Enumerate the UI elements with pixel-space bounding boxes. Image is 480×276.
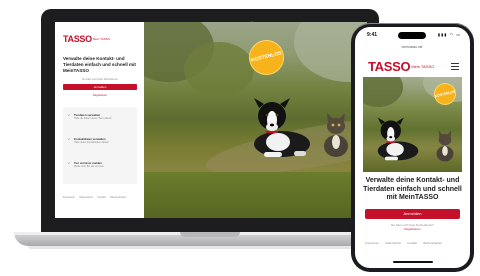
- footer-link[interactable]: Barrierefreiheit: [110, 196, 126, 199]
- feature-desc: Halte deine Kontaktdaten aktuell: [74, 141, 109, 144]
- login-panel: TASSO Mein TASSO Verwalte deine Kontakt-…: [55, 22, 144, 218]
- register-link[interactable]: Registrieren: [63, 94, 137, 97]
- phone-frame: 9:41 ▮▮▮ ◠ ▭ mein.tasso.net TASSO Mein T…: [351, 23, 474, 272]
- footer-link[interactable]: Kontakt: [97, 196, 105, 199]
- url-bar[interactable]: mein.tasso.net: [377, 44, 447, 50]
- cat-illustration: [324, 113, 348, 157]
- register-link[interactable]: Registrieren: [365, 227, 460, 231]
- status-icons: ▮▮▮ ◠ ▭: [437, 32, 461, 37]
- login-button[interactable]: Anmelden: [365, 209, 460, 219]
- hamburger-menu-icon[interactable]: [451, 63, 459, 70]
- footer-link[interactable]: Datenschutz: [80, 196, 93, 199]
- hero-photo: KOSTENLOS: [363, 77, 462, 172]
- hero-photo: KOSTENLOS: [144, 22, 367, 218]
- check-icon: ✓: [68, 113, 71, 117]
- phone-screen: 9:41 ▮▮▮ ◠ ▭ mein.tasso.net TASSO Mein T…: [355, 27, 470, 268]
- page-headline: Verwalte deine Kontakt- und Tierdaten ei…: [63, 56, 136, 73]
- cat-illustration: [436, 130, 454, 162]
- check-icon: ✓: [68, 137, 71, 141]
- laptop-base: [14, 232, 406, 246]
- logo-text: TASSO: [368, 59, 411, 74]
- login-button[interactable]: Anmelden: [63, 84, 137, 90]
- register-hint: Du hast noch kein Nutzerkonto: [82, 78, 118, 81]
- feature-desc: Melde dein Tier als vermisst: [74, 165, 104, 168]
- home-indicator[interactable]: [393, 261, 433, 263]
- logo-mein-text: Mein TASSO: [92, 36, 111, 41]
- dog-illustration: [377, 117, 419, 161]
- page-headline: Verwalte deine Kontakt- und Tierdaten ei…: [363, 177, 462, 202]
- tasso-logo[interactable]: TASSO Mein TASSO: [63, 34, 110, 44]
- status-time: 9:41: [367, 32, 378, 38]
- footer-links[interactable]: Impressum · Datenschutz · Kontakt · Barr…: [365, 241, 461, 246]
- logo-mein-text: Mein TASSO: [411, 63, 435, 69]
- footer-links: Impressum Datenschutz Kontakt Barrierefr…: [63, 196, 139, 200]
- laptop-opening-notch: [180, 232, 240, 237]
- dynamic-island: [398, 32, 426, 39]
- logo-text: TASSO: [63, 34, 92, 44]
- check-icon: ✓: [68, 161, 71, 165]
- feature-desc: Halte die Daten deiner Tiere aktuell: [74, 117, 112, 120]
- laptop-screen: TASSO Mein TASSO Verwalte deine Kontakt-…: [55, 22, 367, 218]
- features-box: ✓ Tierdaten verwalten Halte die Daten de…: [63, 107, 137, 184]
- laptop-shadow: [28, 246, 392, 249]
- tasso-logo[interactable]: TASSO Mein TASSO: [368, 59, 434, 74]
- footer-link[interactable]: Impressum: [63, 196, 75, 199]
- dog-illustration: [254, 98, 310, 157]
